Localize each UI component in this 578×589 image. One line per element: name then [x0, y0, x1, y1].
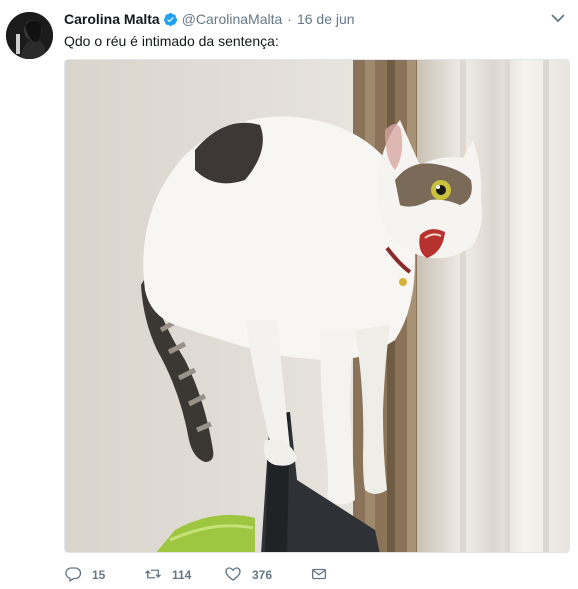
tweet-actions: 15 114 376 [64, 564, 328, 586]
message-icon [310, 565, 328, 586]
tweet-header: Carolina Malta @CarolinaMalta · 16 de ju… [64, 9, 355, 29]
reply-icon [64, 565, 82, 586]
author-handle[interactable]: @CarolinaMalta [182, 11, 283, 27]
reply-count: 15 [92, 568, 106, 582]
chevron-down-icon[interactable] [550, 10, 566, 26]
tweet-date[interactable]: 16 de jun [297, 11, 355, 27]
retweet-button[interactable]: 114 [144, 565, 224, 586]
reply-button[interactable]: 15 [64, 565, 144, 586]
heart-icon [224, 565, 242, 586]
retweet-icon [144, 565, 162, 586]
tweet-text: Qdo o réu é intimado da sentença: [64, 33, 279, 49]
direct-message-button[interactable] [310, 565, 328, 586]
like-button[interactable]: 376 [224, 565, 310, 586]
tweet-photo[interactable] [64, 59, 570, 553]
tweet: Carolina Malta @CarolinaMalta · 16 de ju… [0, 0, 578, 589]
avatar[interactable] [6, 12, 53, 59]
like-count: 376 [252, 568, 273, 582]
retweet-count: 114 [172, 568, 192, 582]
separator-dot: · [287, 11, 292, 27]
verified-badge-icon [163, 12, 178, 27]
author-name[interactable]: Carolina Malta [64, 11, 160, 27]
